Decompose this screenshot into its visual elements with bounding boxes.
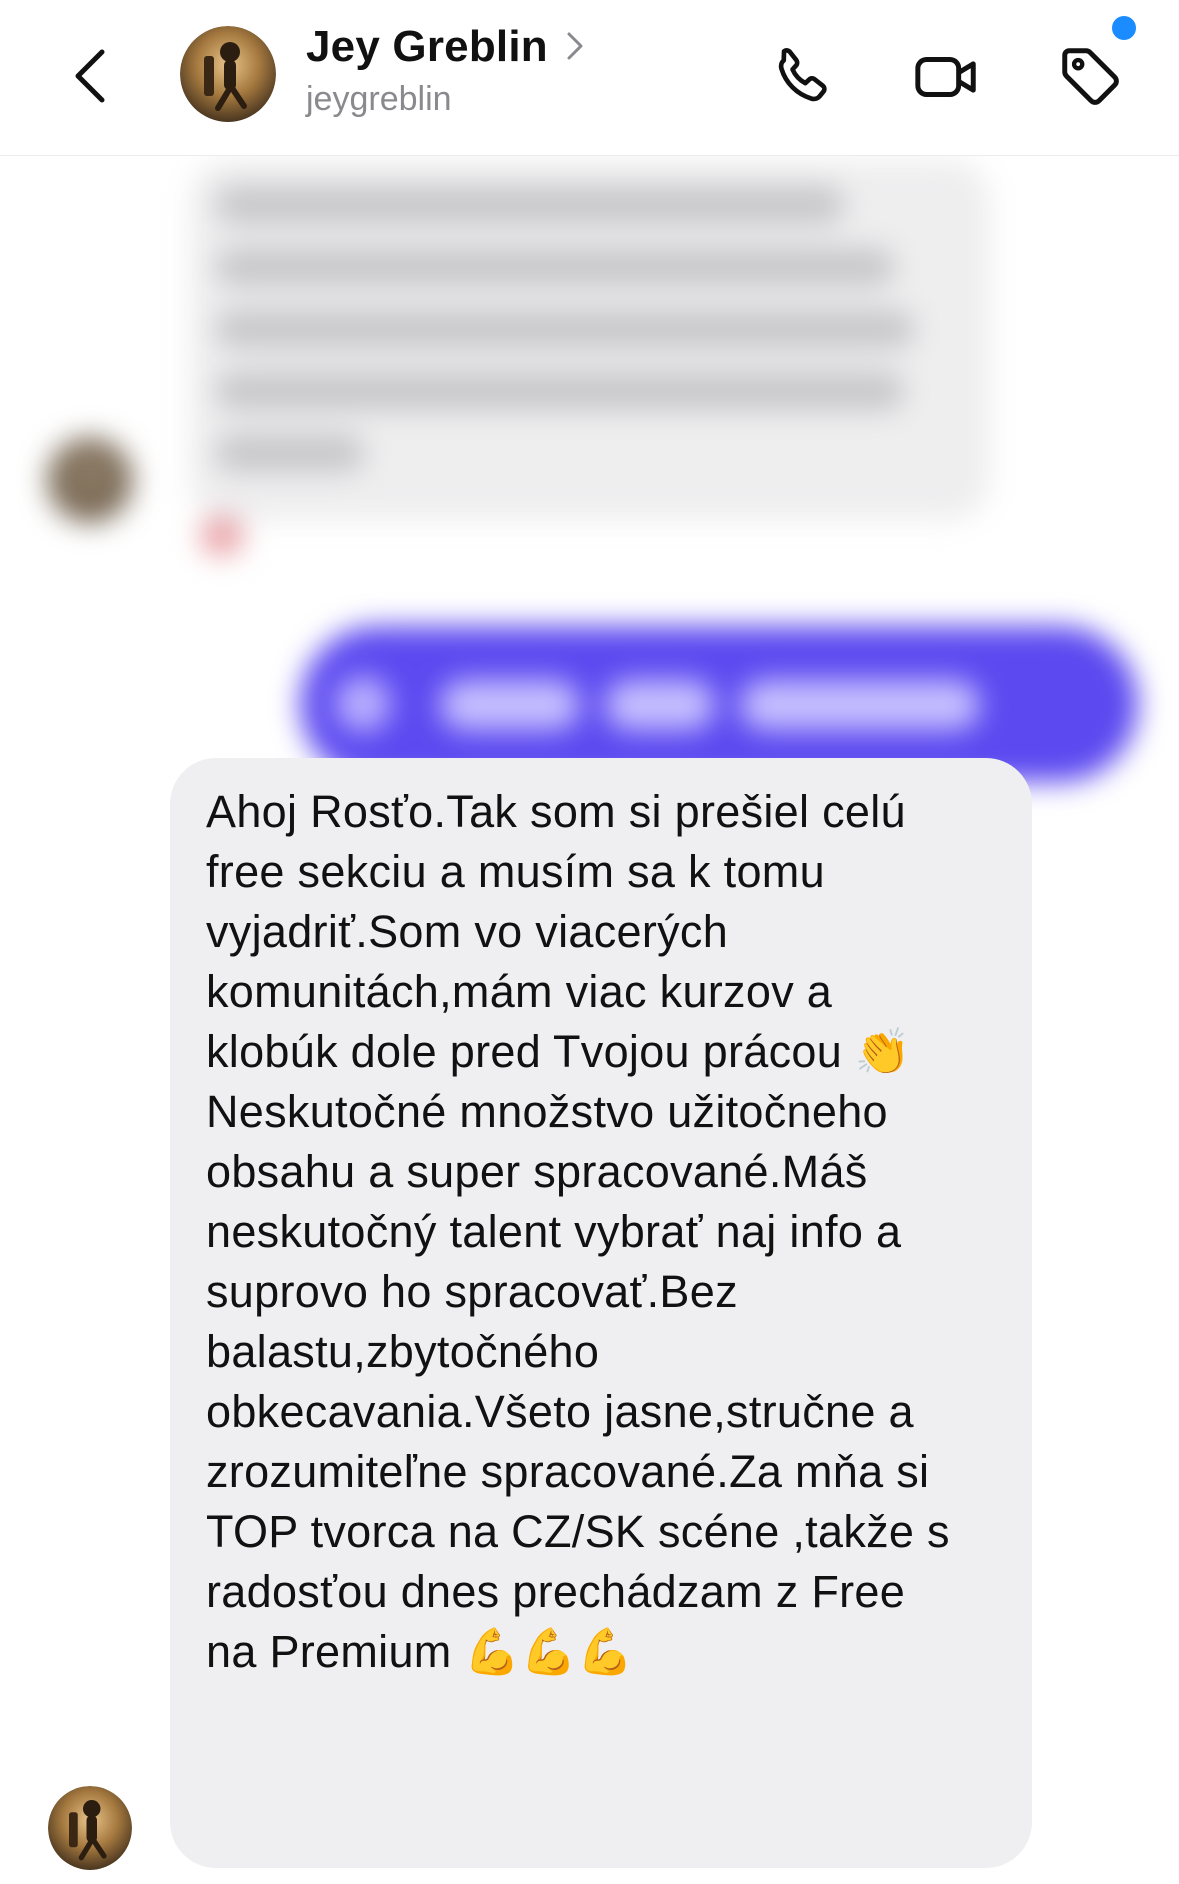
blurred-icon — [335, 676, 391, 732]
blurred-reaction — [200, 516, 244, 556]
blurred-text-line — [215, 310, 915, 348]
chat-header: Jey Greblin jeygreblin — [0, 0, 1179, 156]
blurred-avatar — [48, 438, 132, 522]
tag-button[interactable] — [1050, 36, 1132, 118]
call-button[interactable] — [762, 36, 844, 118]
message-text: Ahoj Rosťo.Tak som si prešiel celú free … — [206, 786, 950, 1677]
blurred-text-line — [215, 248, 895, 286]
sender-avatar-image — [48, 1786, 132, 1870]
sender-avatar[interactable] — [48, 1786, 132, 1870]
blurred-text-line — [215, 372, 905, 410]
blurred-sent-text — [605, 680, 715, 730]
message-thread[interactable]: Ahoj Rosťo.Tak som si prešiel celú free … — [0, 156, 1179, 1884]
notification-dot — [1112, 16, 1136, 40]
contact-title[interactable]: Jey Greblin jeygreblin — [306, 22, 584, 119]
contact-avatar-image — [180, 26, 276, 122]
video-camera-icon — [915, 57, 976, 97]
blurred-sent-text — [440, 680, 580, 730]
blurred-text-line — [215, 186, 845, 224]
phone-icon — [778, 48, 827, 102]
tag-icon — [1062, 48, 1119, 105]
contact-avatar[interactable] — [180, 26, 276, 122]
video-call-button[interactable] — [906, 36, 988, 118]
received-message-bubble[interactable]: Ahoj Rosťo.Tak som si prešiel celú free … — [170, 758, 1032, 1868]
blurred-sent-text — [740, 680, 980, 730]
blurred-text-line — [215, 434, 365, 472]
back-button[interactable] — [60, 36, 120, 116]
contact-username: jeygreblin — [306, 80, 452, 118]
contact-name: Jey Greblin — [306, 22, 548, 71]
chevron-right-icon — [567, 32, 583, 60]
chevron-left-icon — [75, 49, 105, 103]
